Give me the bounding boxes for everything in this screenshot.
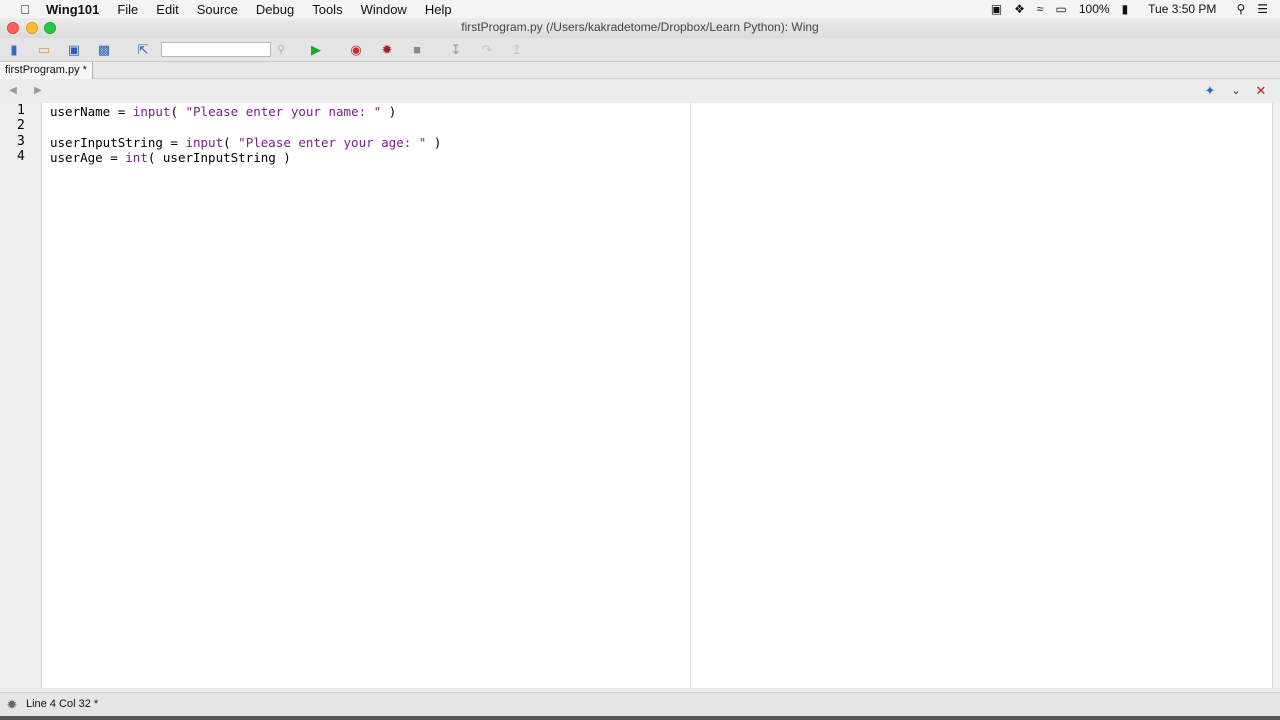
debug-status-icon[interactable]: ✹ <box>4 697 20 713</box>
close-icon[interactable]: ✕ <box>1253 83 1269 99</box>
line-number: 3 <box>17 133 25 149</box>
step-out-icon[interactable]: ↥ <box>509 42 525 58</box>
code-text: ( <box>170 104 186 119</box>
save-all-icon[interactable]: ▩ <box>96 42 112 58</box>
menu-edit[interactable]: Edit <box>156 2 178 17</box>
menu-source[interactable]: Source <box>197 2 238 17</box>
airplay-icon[interactable]: ▭ <box>1056 2 1067 16</box>
code-line[interactable]: userAge = int( userInputString ) <box>50 150 441 165</box>
run-icon[interactable]: ▶ <box>308 42 324 58</box>
open-folder-icon[interactable]: ▭ <box>36 42 52 58</box>
code-string: "Please enter your name: " <box>185 104 382 119</box>
code-text: ) <box>426 134 442 150</box>
step-into-icon[interactable]: ↧ <box>448 42 464 58</box>
menu-file[interactable]: File <box>117 2 138 17</box>
window-title-bar: firstProgram.py (/Users/kakradetome/Drop… <box>0 18 1280 38</box>
battery-icon[interactable]: ▮ <box>1122 2 1129 16</box>
code-line[interactable]: userInputString = input( "Please enter y… <box>50 135 441 150</box>
menubar-status-area: ▣ ❖ ≈ ▭ 100% ▮ Tue 3:50 PM ⚲ ☰ <box>991 0 1280 18</box>
run-to-cursor-icon[interactable]: ◉ <box>348 42 364 58</box>
code-string: "Please enter your age: " <box>238 134 427 150</box>
line-number: 2 <box>17 118 25 134</box>
editor-nav-bar: ◀ ▶ ✦ ⌄ ✕ <box>0 79 1280 103</box>
select-pointer-icon[interactable]: ⇱ <box>135 42 151 58</box>
tab-firstprogram[interactable]: firstProgram.py * <box>0 62 93 79</box>
code-area[interactable]: userName = input( "Please enter your nam… <box>50 104 441 165</box>
toolbar: ▮ ▭ ▣ ▩ ⇱ ⚲ ▶ ◉ ✹ ■ ↧ ↷ ↥ <box>0 38 1280 62</box>
chevron-down-icon[interactable]: ⌄ <box>1228 83 1244 99</box>
code-editor[interactable]: 1 2 3 4 userName = input( "Please enter … <box>0 103 1272 688</box>
line-number: 1 <box>17 103 25 118</box>
apple-icon[interactable]:  <box>16 2 34 17</box>
menu-tools[interactable]: Tools <box>312 2 342 17</box>
menu-help[interactable]: Help <box>425 2 452 17</box>
code-builtin: int <box>125 149 148 165</box>
forward-arrow-icon[interactable]: ▶ <box>31 83 45 99</box>
app-menu-name[interactable]: Wing101 <box>46 2 99 17</box>
vertical-scrollbar[interactable] <box>1272 103 1280 688</box>
code-text: ) <box>381 104 397 119</box>
macos-menu-bar:  Wing101 File Edit Source Debug Tools W… <box>0 0 1280 18</box>
line-number: 4 <box>17 148 25 164</box>
code-text: userInputString = <box>50 134 186 150</box>
code-text: userName = <box>50 104 133 119</box>
pin-icon[interactable]: ✦ <box>1202 83 1218 99</box>
code-line[interactable] <box>50 119 441 134</box>
screen-bottom-edge <box>0 716 1280 720</box>
menu-debug[interactable]: Debug <box>256 2 294 17</box>
battery-percent[interactable]: 100% <box>1079 2 1110 16</box>
cursor-position: Line 4 Col 32 * <box>26 698 99 710</box>
line-number-gutter: 1 2 3 4 <box>0 103 42 688</box>
code-builtin: input <box>132 104 171 119</box>
menu-window[interactable]: Window <box>361 2 407 17</box>
code-text: ( <box>223 134 239 150</box>
clock[interactable]: Tue 3:50 PM <box>1148 2 1216 16</box>
editor-tab-bar: firstProgram.py * <box>0 62 1280 79</box>
search-icon: ⚲ <box>276 44 286 56</box>
wifi-icon[interactable]: ≈ <box>1037 2 1044 16</box>
stop-icon[interactable]: ■ <box>409 42 425 58</box>
back-arrow-icon[interactable]: ◀ <box>6 83 20 99</box>
code-line[interactable]: userName = input( "Please enter your nam… <box>50 104 441 119</box>
save-icon[interactable]: ▣ <box>66 42 82 58</box>
new-file-icon[interactable]: ▮ <box>6 42 22 58</box>
edge-guide-line <box>690 103 691 688</box>
step-over-icon[interactable]: ↷ <box>479 42 495 58</box>
status-bar: ✹ Line 4 Col 32 * <box>0 692 1280 716</box>
code-text: userAge = <box>50 149 126 165</box>
notification-center-icon[interactable]: ☰ <box>1257 2 1268 16</box>
screen-record-icon[interactable]: ▣ <box>991 2 1002 16</box>
debug-bug-icon[interactable]: ✹ <box>379 42 395 58</box>
dropbox-icon[interactable]: ❖ <box>1014 2 1025 16</box>
code-builtin: input <box>185 134 224 150</box>
window-title: firstProgram.py (/Users/kakradetome/Drop… <box>461 20 819 34</box>
search-input[interactable] <box>161 42 271 57</box>
code-text: ( userInputString ) <box>147 149 291 165</box>
spotlight-search-icon[interactable]: ⚲ <box>1236 2 1245 16</box>
